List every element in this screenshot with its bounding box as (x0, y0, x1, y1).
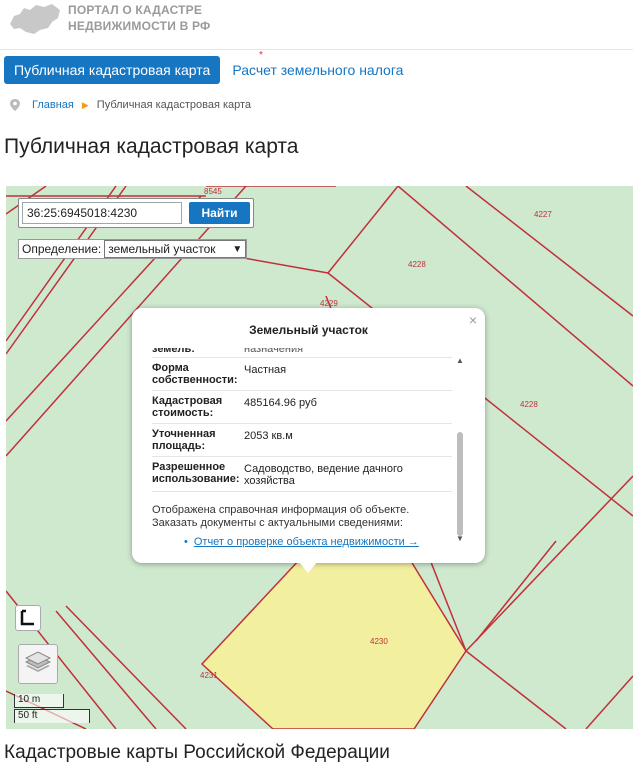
tabs: Публичная кадастровая карта Расчет земел… (4, 56, 403, 84)
parcel-label: 4228 (408, 260, 426, 269)
definition-filter: Определение: земельный участок ▼ (18, 239, 248, 259)
scroll-up-icon[interactable]: ▲ (456, 356, 464, 365)
breadcrumb: Главная ▶ Публичная кадастровая карта (10, 99, 251, 111)
layers-button[interactable] (18, 644, 58, 684)
parcel-label: 4227 (534, 210, 552, 219)
logo-text[interactable]: ПОРТАЛ О КАДАСТРЕ НЕДВИЖИМОСТИ В РФ (68, 2, 210, 34)
selected-parcel-4230[interactable] (200, 539, 467, 729)
fullscreen-icon (20, 609, 34, 626)
parcel-label: 4231 (200, 671, 218, 680)
parcel-label: 4229 (320, 299, 338, 308)
property-check-report-link[interactable]: Отчет о проверке объекта недвижимости → (184, 536, 452, 548)
location-pin-icon (10, 99, 20, 111)
header-divider (0, 49, 633, 50)
chevron-down-icon: ▼ (232, 243, 243, 255)
cadastral-search: 36:25:6945018:4230 Найти (18, 198, 254, 228)
tab-cadastral-map[interactable]: Публичная кадастровая карта (4, 56, 221, 84)
info-key: земель: (152, 348, 195, 355)
parcel-label: 8545 (204, 187, 222, 196)
scroll-down-icon[interactable]: ▼ (456, 534, 464, 543)
page-title: Публичная кадастровая карта (4, 135, 299, 158)
reference-note: Отображена справочная информация об объе… (152, 504, 410, 529)
logo-line-1: ПОРТАЛ О КАДАСТРЕ (68, 3, 203, 17)
info-row-area: Уточненная площадь: 2053 кв.м (152, 424, 452, 457)
russia-map-logo-icon[interactable] (8, 2, 62, 36)
info-key: Уточненная площадь: (152, 428, 216, 452)
map-scale: 10 m 50 ft (14, 694, 90, 724)
parcel-label: 4228 (520, 400, 538, 409)
breadcrumb-home-link[interactable]: Главная (32, 99, 74, 111)
info-key: Разрешенное использование: (152, 461, 240, 485)
breadcrumb-arrow-icon: ▶ (81, 99, 89, 110)
fullscreen-button[interactable] (15, 605, 41, 631)
cadastral-map[interactable]: 8545 4227 4228 4229 4228 4230 4231 36:25… (6, 186, 633, 729)
breadcrumb-current: Публичная кадастровая карта (96, 99, 252, 111)
parcel-info-popup: × Земельный участок земель: назначения Ф… (132, 308, 485, 573)
parcel-label: 4230 (370, 637, 388, 646)
info-row-cut: земель: назначения (152, 348, 452, 358)
definition-label: Определение: (22, 242, 102, 256)
info-value: Частная (244, 364, 287, 376)
definition-selected-value: земельный участок (108, 242, 216, 256)
section-title: Кадастровые карты Российской Федерации (4, 742, 390, 763)
layers-icon (24, 651, 52, 672)
scale-imperial: 50 ft (14, 709, 90, 723)
find-button[interactable]: Найти (189, 202, 250, 224)
info-value: Садоводство, ведение дачного хозяйства (244, 463, 403, 487)
info-row-ownership: Форма собственности: Частная (152, 358, 452, 391)
site-header: ПОРТАЛ О КАДАСТРЕ НЕДВИЖИМОСТИ В РФ (0, 0, 633, 46)
info-key: Форма собственности: (152, 362, 238, 386)
definition-select[interactable]: земельный участок ▼ (104, 240, 247, 258)
scale-metric: 10 m (14, 694, 64, 708)
popup-title: Земельный участок (249, 323, 368, 337)
info-value: 2053 кв.м (244, 430, 293, 442)
popup-scrollbar[interactable]: ▲ ▼ (456, 356, 464, 546)
tab-land-tax[interactable]: Расчет земельного налога (232, 56, 403, 84)
scrollbar-thumb[interactable] (457, 432, 463, 536)
info-row-cadastral-value: Кадастровая стоимость: 485164.96 руб (152, 391, 452, 424)
popup-content: земель: назначения Форма собственности: … (152, 348, 452, 548)
popup-pointer (298, 561, 318, 573)
info-key: Кадастровая стоимость: (152, 395, 223, 419)
info-value: назначения (244, 348, 304, 355)
info-value: 485164.96 руб (244, 397, 317, 409)
cadastral-number-input[interactable]: 36:25:6945018:4230 (22, 202, 182, 224)
logo-line-2: НЕДВИЖИМОСТИ В РФ (68, 19, 211, 33)
info-row-permitted-use: Разрешенное использование: Садоводство, … (152, 457, 452, 492)
